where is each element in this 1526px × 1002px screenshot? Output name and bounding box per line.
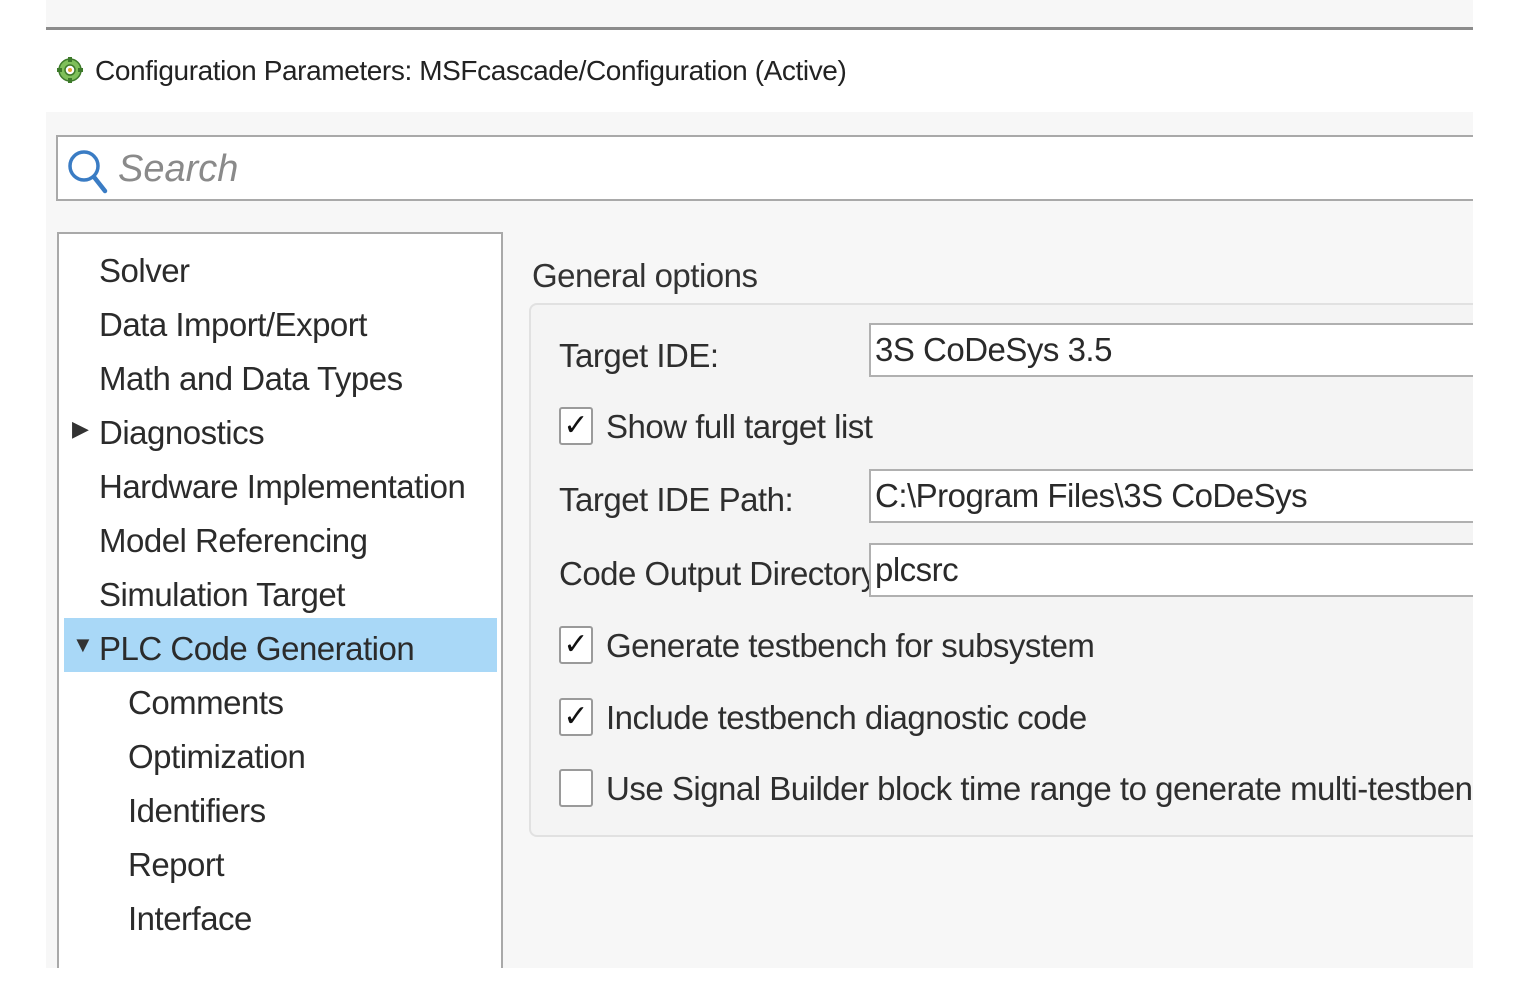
show-full-target-list-checkbox[interactable]: ✓	[559, 407, 593, 445]
target-ide-path-field[interactable]	[869, 469, 1473, 523]
include-diagnostic-code-row[interactable]: ✓ Include testbench diagnostic code	[559, 698, 1459, 742]
tree-item-label: Optimization	[128, 738, 306, 775]
tree-item-plc-code-generation[interactable]: ▼ PLC Code Generation	[64, 618, 497, 672]
generate-testbench-row[interactable]: ✓ Generate testbench for subsystem	[559, 626, 1459, 670]
tree-item-label: Interface	[128, 900, 252, 937]
category-tree: Solver Data Import/Export Math and Data …	[57, 232, 503, 968]
tree-item-solver[interactable]: Solver	[64, 240, 497, 294]
generate-testbench-label: Generate testbench for subsystem	[606, 627, 1095, 664]
tree-item-label: Diagnostics	[99, 414, 265, 451]
tree-item-label: Hardware Implementation	[99, 468, 466, 505]
tree-item-report[interactable]: Report	[64, 834, 497, 888]
tree-item-diagnostics[interactable]: ▶ Diagnostics	[64, 402, 497, 456]
target-ide-label: Target IDE:	[559, 337, 719, 374]
gear-settings-icon	[56, 56, 84, 84]
window-title: Configuration Parameters: MSFcascade/Con…	[95, 55, 847, 86]
include-diagnostic-code-label: Include testbench diagnostic code	[606, 699, 1087, 736]
target-ide-field[interactable]	[869, 323, 1473, 377]
title-bar: Configuration Parameters: MSFcascade/Con…	[46, 30, 1473, 112]
search-input[interactable]	[118, 143, 1418, 195]
tree-item-identifiers[interactable]: Identifiers	[64, 780, 497, 834]
tree-item-label: Solver	[99, 252, 190, 289]
expand-triangle-icon[interactable]: ▶	[72, 416, 89, 442]
use-signal-builder-row[interactable]: Use Signal Builder block time range to g…	[559, 769, 1473, 813]
tree-item-label: Identifiers	[128, 792, 266, 829]
search-box[interactable]	[56, 135, 1473, 201]
tree-item-label: Simulation Target	[99, 576, 345, 613]
tree-item-hardware-implementation[interactable]: Hardware Implementation	[64, 456, 497, 510]
tree-item-label: PLC Code Generation	[99, 630, 415, 667]
tree-item-math-and-data-types[interactable]: Math and Data Types	[64, 348, 497, 402]
code-output-directory-field[interactable]	[869, 543, 1473, 597]
code-output-directory-label: Code Output Directory:	[559, 555, 886, 592]
tree-item-label: Model Referencing	[99, 522, 368, 559]
tree-item-label: Data Import/Export	[99, 306, 367, 343]
tree-item-label: Report	[128, 846, 225, 883]
tree-item-comments[interactable]: Comments	[64, 672, 497, 726]
use-signal-builder-label: Use Signal Builder block time range to g…	[606, 770, 1473, 807]
show-full-target-list-label: Show full target list	[606, 408, 873, 445]
tree-item-model-referencing[interactable]: Model Referencing	[64, 510, 497, 564]
tree-item-label: Comments	[128, 684, 284, 721]
tree-item-simulation-target[interactable]: Simulation Target	[64, 564, 497, 618]
target-ide-path-label: Target IDE Path:	[559, 481, 794, 518]
tree-item-label: Math and Data Types	[99, 360, 403, 397]
search-icon	[66, 147, 110, 195]
tree-item-optimization[interactable]: Optimization	[64, 726, 497, 780]
collapse-triangle-icon[interactable]: ▼	[72, 632, 94, 658]
use-signal-builder-checkbox[interactable]	[559, 769, 593, 807]
show-full-target-list-row[interactable]: ✓ Show full target list	[559, 407, 1459, 451]
generate-testbench-checkbox[interactable]: ✓	[559, 626, 593, 664]
config-params-window: Configuration Parameters: MSFcascade/Con…	[46, 0, 1473, 968]
tree-item-interface[interactable]: Interface	[64, 888, 497, 942]
general-options-panel: Target IDE: ✓ Show full target list Targ…	[529, 303, 1473, 837]
tree-item-data-import-export[interactable]: Data Import/Export	[64, 294, 497, 348]
include-diagnostic-code-checkbox[interactable]: ✓	[559, 698, 593, 736]
section-title-general-options: General options	[532, 257, 758, 294]
